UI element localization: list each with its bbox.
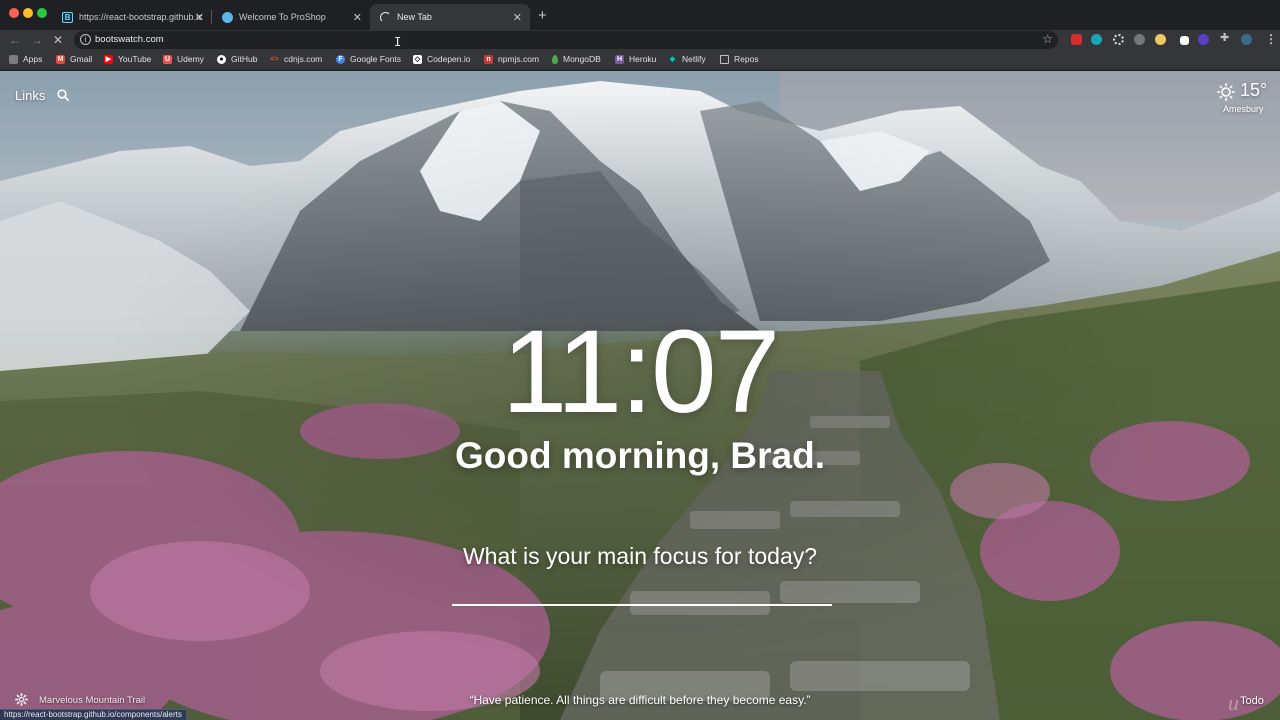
bookmark-codepen[interactable]: ◇ Codepen.io <box>413 54 470 64</box>
bookmark-github[interactable]: ● GitHub <box>217 54 257 64</box>
address-url[interactable]: bootswatch.com <box>95 34 164 45</box>
bookmark-label: npmjs.com <box>498 54 540 64</box>
pdf-extension-icon[interactable] <box>1071 34 1082 45</box>
close-tab-icon[interactable]: ✕ <box>195 11 204 24</box>
address-bar[interactable]: i bootswatch.com ☆ <box>74 31 1058 49</box>
react-devtools-icon[interactable] <box>1113 34 1124 45</box>
close-tab-icon[interactable]: ✕ <box>513 11 522 24</box>
forward-button[interactable]: → <box>31 33 43 47</box>
extension-gray-icon[interactable] <box>1134 34 1145 45</box>
close-window-button[interactable] <box>9 8 19 18</box>
greeting-text: Good morning, Brad. <box>455 435 825 476</box>
new-tab-button[interactable]: + <box>538 7 547 24</box>
bookmark-google-fonts[interactable]: F Google Fonts <box>336 54 401 64</box>
weather-location: Amesbury <box>1223 104 1264 114</box>
tab-strip: B https://react-bootstrap.github.io ✕ We… <box>0 0 1280 30</box>
tab-proshop[interactable]: Welcome To ProShop ✕ <box>212 4 370 30</box>
bookmark-npm[interactable]: n npmjs.com <box>484 54 539 64</box>
tab-new-tab[interactable]: New Tab ✕ <box>370 4 530 30</box>
mongodb-icon <box>552 54 558 64</box>
status-bar-url: https://react-bootstrap.github.io/compon… <box>0 709 187 720</box>
extension-white-icon[interactable] <box>1180 36 1189 45</box>
bookmark-netlify[interactable]: ◆ Netlify <box>668 54 706 64</box>
bookmark-label: Google Fonts <box>350 54 402 64</box>
stop-loading-button[interactable]: ✕ <box>53 33 63 47</box>
heroku-icon: H <box>615 54 624 64</box>
proshop-favicon <box>222 11 233 23</box>
cdnjs-icon: <> <box>270 55 279 63</box>
tab-title: Welcome To ProShop <box>239 12 326 22</box>
focus-question: What is your main focus for today? <box>462 543 818 569</box>
gmail-icon: M <box>56 54 65 64</box>
bookmark-youtube[interactable]: ▶ YouTube <box>104 54 151 64</box>
bookmark-label: Gmail <box>70 54 93 64</box>
weather-temperature: 15° <box>1240 80 1268 100</box>
text-cursor-icon: I <box>394 35 402 49</box>
extensions-puzzle-icon[interactable]: ✚ <box>1220 33 1231 44</box>
udemy-watermark-logo: u <box>1228 690 1239 715</box>
github-icon: ● <box>217 54 226 64</box>
apps-grid-icon <box>9 54 18 64</box>
codepen-icon: ◇ <box>413 54 422 64</box>
bookmark-label: Repos <box>734 54 759 64</box>
bookmark-label: YouTube <box>118 54 152 64</box>
close-tab-icon[interactable]: ✕ <box>353 11 362 24</box>
bookmark-label: MongoDB <box>563 54 601 64</box>
momentum-extension-icon[interactable] <box>1091 34 1102 45</box>
todo-button[interactable]: Todo <box>1240 695 1264 707</box>
bookmark-mongodb[interactable]: MongoDB <box>552 54 601 64</box>
browser-menu-icon[interactable]: ⋮ <box>1265 32 1277 46</box>
quote-text: “Have patience. All things are difficult… <box>469 693 811 707</box>
bookmark-cdnjs[interactable]: <> cdnjs.com <box>270 54 322 64</box>
bookmark-udemy[interactable]: U Udemy <box>163 54 204 64</box>
bookmarks-bar: Apps M Gmail ▶ YouTube U Udemy ● GitHub <> cd… <box>0 50 1280 70</box>
back-button[interactable]: ← <box>9 33 21 47</box>
bookmark-label: Udemy <box>177 54 204 64</box>
bookmark-repos[interactable]: Repos <box>720 54 759 64</box>
folder-icon <box>720 54 729 64</box>
extension-purple-icon[interactable] <box>1198 34 1209 45</box>
tab-title: https://react-bootstrap.github.io <box>79 12 202 22</box>
bookmark-label: Codepen.io <box>427 54 471 64</box>
momentum-dashboard: Links 15° Amesbury 11:07 Good morning, B… <box>0 71 1280 720</box>
search-icon[interactable] <box>57 89 69 101</box>
bookmark-label: Heroku <box>629 54 657 64</box>
bookmark-label: Netlify <box>682 54 706 64</box>
react-bootstrap-favicon: B <box>62 11 73 23</box>
bookmark-apps[interactable]: Apps <box>9 54 42 64</box>
youtube-icon: ▶ <box>104 54 113 64</box>
site-info-icon[interactable]: i <box>80 34 91 45</box>
udemy-icon: U <box>163 54 172 64</box>
bookmark-label: Apps <box>23 54 43 64</box>
npm-icon: n <box>484 54 493 64</box>
netlify-icon: ◆ <box>669 56 676 63</box>
google-fonts-icon: F <box>336 54 345 64</box>
bookmark-gmail[interactable]: M Gmail <box>56 54 92 64</box>
bookmark-label: GitHub <box>231 54 258 64</box>
extension-yellow-icon[interactable] <box>1155 34 1166 45</box>
clock-time: 11:07 <box>501 306 781 438</box>
profile-avatar[interactable] <box>1241 34 1252 45</box>
loading-spinner-icon <box>380 11 391 23</box>
tab-title: New Tab <box>397 12 432 22</box>
bookmark-heroku[interactable]: H Heroku <box>615 54 656 64</box>
browser-toolbar: ← → ✕ i bootswatch.com ☆ ✚ ⋮ <box>0 30 1280 50</box>
minimize-window-button[interactable] <box>23 8 33 18</box>
maximize-window-button[interactable] <box>37 8 47 18</box>
bookmark-star-icon[interactable]: ☆ <box>1042 32 1053 46</box>
focus-input[interactable] <box>452 576 832 606</box>
sun-icon <box>1217 83 1235 101</box>
tab-react-bootstrap[interactable]: B https://react-bootstrap.github.io ✕ <box>52 4 212 30</box>
bookmark-label: cdnjs.com <box>284 54 323 64</box>
links-button[interactable]: Links <box>15 88 45 103</box>
